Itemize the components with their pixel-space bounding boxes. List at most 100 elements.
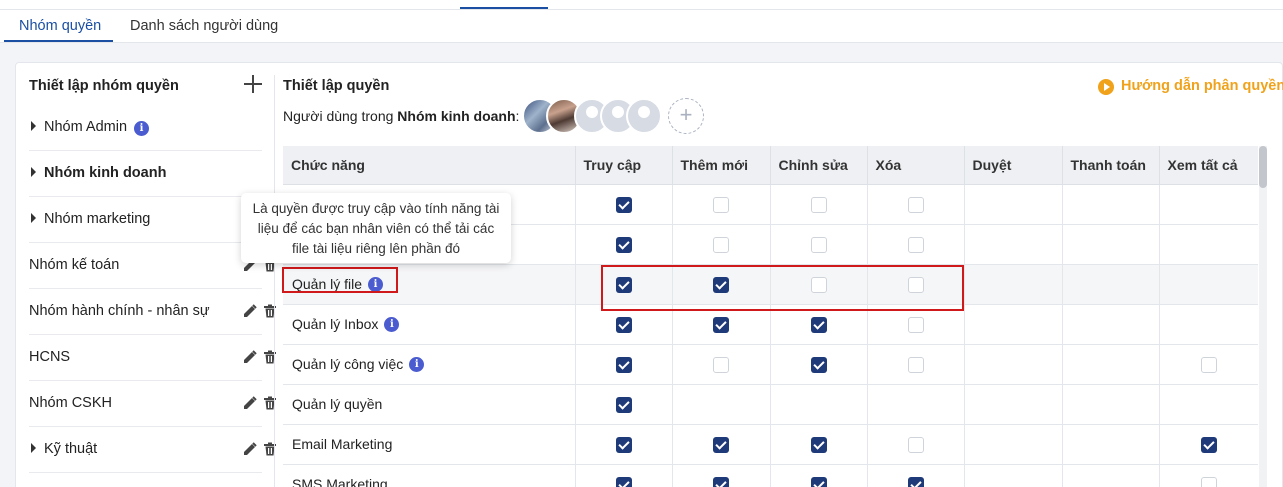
checkbox-checked[interactable] xyxy=(810,476,827,487)
table-row: Quản lý quyền xyxy=(283,384,1258,425)
permission-cell xyxy=(1159,464,1258,487)
group-item[interactable]: Nhóm hành chính - nhân sự xyxy=(29,289,276,335)
permission-cell xyxy=(575,424,673,465)
group-item[interactable]: Nhóm Admin i xyxy=(29,105,262,151)
users-suffix: : xyxy=(515,108,520,124)
group-item[interactable]: Nhóm kế toán xyxy=(29,243,276,289)
checkbox-unchecked[interactable] xyxy=(713,236,729,253)
permission-cell xyxy=(964,264,1063,305)
users-prefix: Người dùng trong xyxy=(283,108,398,124)
table-row: Email Marketing xyxy=(283,424,1258,465)
feature-name: Quản lý công việc xyxy=(292,355,404,372)
group-item[interactable]: Nhóm CSKH xyxy=(29,381,276,427)
group-item[interactable]: HCNS xyxy=(29,335,276,381)
checkbox-checked[interactable] xyxy=(615,476,632,487)
column-header: Truy cập xyxy=(575,146,673,185)
permission-cell xyxy=(1062,224,1160,265)
feature-cell: SMS Marketing xyxy=(283,464,576,487)
permission-cell xyxy=(1159,304,1258,345)
checkbox-unchecked[interactable] xyxy=(1200,476,1217,487)
permission-cell xyxy=(964,424,1063,465)
permission-cell xyxy=(1159,424,1258,465)
permission-cell xyxy=(1062,464,1160,487)
tab-user-list[interactable]: Danh sách người dùng xyxy=(130,18,278,34)
checkbox-unchecked[interactable] xyxy=(713,196,729,213)
permission-cell xyxy=(1159,344,1258,385)
info-tooltip: Là quyền được truy cập vào tính năng tài… xyxy=(241,193,511,263)
checkbox-checked[interactable] xyxy=(615,236,632,253)
checkbox-checked[interactable] xyxy=(713,436,729,453)
permission-cell xyxy=(672,464,771,487)
checkbox-unchecked[interactable] xyxy=(907,316,924,333)
caret-right-icon[interactable] xyxy=(31,167,36,177)
caret-right-icon[interactable] xyxy=(31,213,36,223)
add-group-icon[interactable] xyxy=(244,75,262,93)
edit-pencil-icon[interactable] xyxy=(243,442,257,456)
column-header: Chức năng xyxy=(283,146,576,185)
checkbox-checked[interactable] xyxy=(810,356,827,373)
feature-cell: Quản lý quyền xyxy=(283,384,576,425)
users-group-name: Nhóm kinh doanh xyxy=(397,108,516,124)
permission-cell xyxy=(867,424,965,465)
group-item-label: Nhóm Admin xyxy=(44,119,128,135)
permission-cell xyxy=(770,344,868,385)
tab-permission-groups[interactable]: Nhóm quyền xyxy=(19,18,101,34)
group-item-label: Nhóm CSKH xyxy=(29,395,112,411)
table-header-row: Chức năng Truy cập Thêm mới Chỉnh sửa Xóa Duy… xyxy=(283,146,1258,185)
checkbox-checked[interactable] xyxy=(615,436,632,453)
table-scrollbar-thumb[interactable] xyxy=(1259,146,1267,188)
group-item[interactable]: Nhóm kinh doanh xyxy=(29,151,262,197)
checkbox-unchecked[interactable] xyxy=(810,236,827,253)
group-list: Nhóm Admin i Nhóm kinh doanh Nhóm marketing… xyxy=(29,105,276,473)
active-tab-underline xyxy=(4,40,113,42)
permission-guide-link[interactable]: Hướng dẫn phân quyền xyxy=(1121,78,1283,94)
permission-cell xyxy=(1062,264,1160,305)
info-icon[interactable]: i xyxy=(384,317,400,333)
edit-pencil-icon[interactable] xyxy=(243,396,257,410)
caret-right-icon[interactable] xyxy=(31,443,36,453)
permission-cell xyxy=(1159,224,1258,265)
add-user-icon[interactable]: + xyxy=(668,98,704,134)
checkbox-checked[interactable] xyxy=(810,436,827,453)
column-header: Chỉnh sửa xyxy=(770,146,868,185)
checkbox-checked[interactable] xyxy=(713,316,729,333)
checkbox-unchecked[interactable] xyxy=(1200,356,1217,373)
checkbox-checked[interactable] xyxy=(615,196,632,213)
table-scrollbar-track[interactable] xyxy=(1259,146,1267,487)
caret-right-icon[interactable] xyxy=(31,121,36,131)
info-icon[interactable]: i xyxy=(409,357,425,373)
group-sidebar: Thiết lập nhóm quyền Nhóm Admin i Nhóm kin… xyxy=(16,63,276,487)
permission-cell xyxy=(770,384,868,425)
column-header: Xem tất cả xyxy=(1159,146,1258,185)
checkbox-checked[interactable] xyxy=(713,476,729,487)
checkbox-unchecked[interactable] xyxy=(907,436,924,453)
checkbox-checked[interactable] xyxy=(615,396,632,413)
permission-cell xyxy=(964,384,1063,425)
checkbox-checked[interactable] xyxy=(810,316,827,333)
checkbox-checked[interactable] xyxy=(1200,436,1217,453)
checkbox-checked[interactable] xyxy=(907,476,924,487)
feature-cell: Quản lý Inbox i xyxy=(283,304,576,345)
checkbox-checked[interactable] xyxy=(615,356,632,373)
checkbox-checked[interactable] xyxy=(615,316,632,333)
table-row: Quản lý công việc i xyxy=(283,344,1258,385)
group-item-label: Nhóm marketing xyxy=(44,211,151,227)
permission-cell xyxy=(575,384,673,425)
edit-pencil-icon[interactable] xyxy=(243,304,257,318)
permission-cell xyxy=(964,464,1063,487)
feature-name: SMS Marketing xyxy=(292,476,388,487)
permission-cell xyxy=(770,224,868,265)
permission-cell xyxy=(770,424,868,465)
feature-cell: Email Marketing xyxy=(283,424,576,465)
checkbox-unchecked[interactable] xyxy=(713,356,729,373)
checkbox-unchecked[interactable] xyxy=(907,356,924,373)
group-item[interactable]: Kỹ thuật xyxy=(29,427,276,473)
edit-pencil-icon[interactable] xyxy=(243,350,257,364)
checkbox-unchecked[interactable] xyxy=(907,196,924,213)
group-item[interactable]: Nhóm marketing xyxy=(29,197,276,243)
info-icon[interactable]: i xyxy=(134,121,149,136)
checkbox-unchecked[interactable] xyxy=(810,196,827,213)
checkbox-unchecked[interactable] xyxy=(907,236,924,253)
permission-cell xyxy=(867,184,965,225)
play-icon[interactable] xyxy=(1098,79,1114,95)
